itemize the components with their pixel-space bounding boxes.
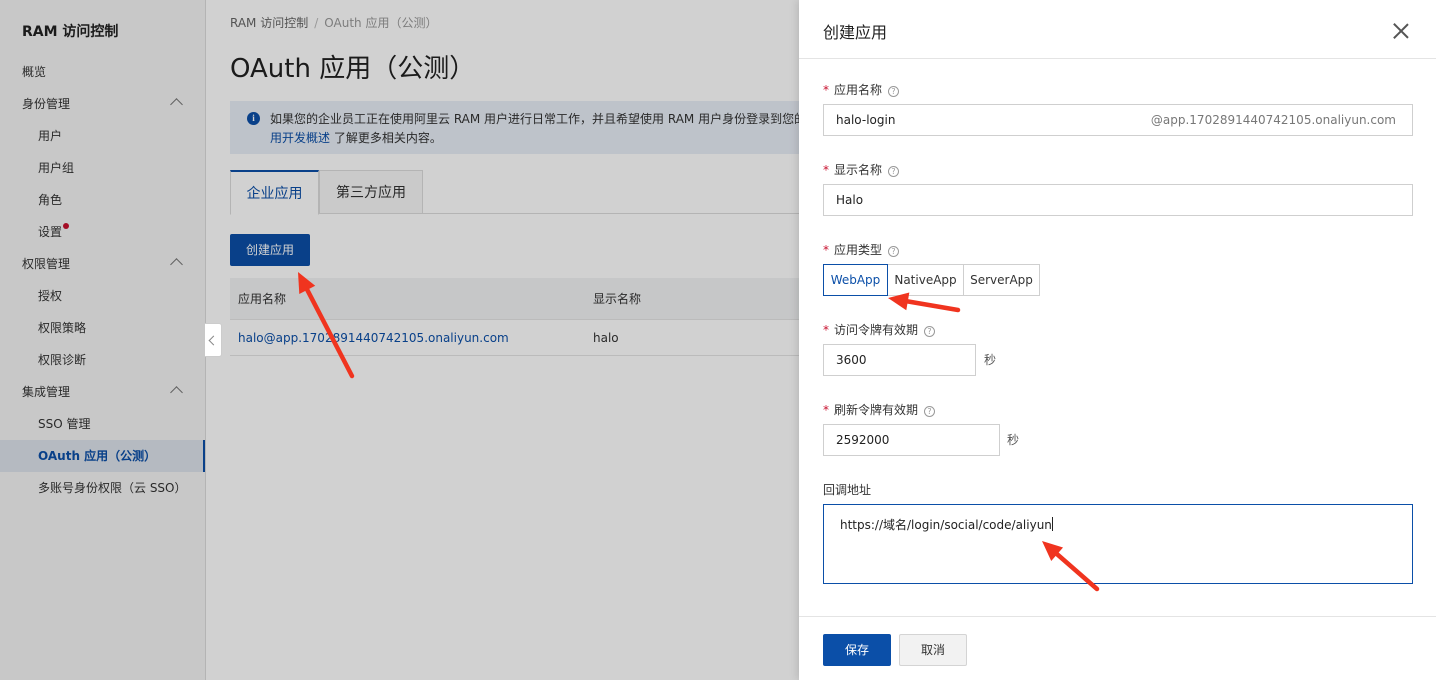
save-button[interactable]: 保存 bbox=[823, 634, 891, 666]
field-label-refresh-token: * 刷新令牌有效期? bbox=[823, 401, 936, 418]
help-icon[interactable]: ? bbox=[888, 86, 900, 97]
field-label-access-token: * 访问令牌有效期? bbox=[823, 321, 936, 338]
required-mark: * bbox=[823, 83, 829, 97]
drawer-footer: 保存 取消 bbox=[799, 616, 1436, 680]
create-app-drawer: 创建应用 * 应用名称? halo-login @app.170289144074… bbox=[799, 0, 1436, 680]
textarea-value: https://域名/login/social/code/aliyun bbox=[840, 518, 1052, 532]
input-value: 3600 bbox=[836, 353, 867, 367]
display-name-input[interactable]: Halo bbox=[823, 184, 1413, 216]
field-label-callback-url: 回调地址 bbox=[823, 483, 872, 497]
access-token-unit: 秒 bbox=[984, 353, 997, 367]
app-type-nativeapp[interactable]: NativeApp bbox=[887, 264, 964, 296]
field-label-app-name: * 应用名称? bbox=[823, 81, 900, 98]
close-icon[interactable] bbox=[1393, 23, 1409, 39]
overlay-mask[interactable] bbox=[0, 0, 799, 680]
app-name-suffix: @app.1702891440742105.onaliyun.com bbox=[1150, 113, 1396, 127]
access-token-input[interactable]: 3600 bbox=[823, 344, 976, 376]
field-label-display-name: * 显示名称? bbox=[823, 161, 900, 178]
refresh-token-unit: 秒 bbox=[1007, 433, 1020, 447]
drawer-title: 创建应用 bbox=[823, 23, 888, 42]
label-text: 应用类型 bbox=[834, 243, 883, 257]
required-mark: * bbox=[823, 323, 829, 337]
label-text: 刷新令牌有效期 bbox=[834, 403, 919, 417]
label-text: 访问令牌有效期 bbox=[834, 323, 919, 337]
field-label-app-type: * 应用类型? bbox=[823, 241, 900, 258]
collapse-sidebar-handle[interactable] bbox=[205, 323, 222, 357]
cancel-button[interactable]: 取消 bbox=[899, 634, 967, 666]
required-mark: * bbox=[823, 243, 829, 257]
help-icon[interactable]: ? bbox=[924, 406, 936, 417]
text-caret bbox=[1051, 517, 1053, 531]
required-mark: * bbox=[823, 403, 829, 417]
refresh-token-input[interactable]: 2592000 bbox=[823, 424, 1000, 456]
label-text: 显示名称 bbox=[834, 163, 883, 177]
label-text: 应用名称 bbox=[834, 83, 883, 97]
help-icon[interactable]: ? bbox=[888, 246, 900, 257]
input-value: halo-login bbox=[836, 113, 896, 127]
callback-url-textarea[interactable]: https://域名/login/social/code/aliyun bbox=[823, 504, 1413, 584]
drawer-header: 创建应用 bbox=[799, 0, 1436, 59]
app-type-serverapp[interactable]: ServerApp bbox=[963, 264, 1040, 296]
help-icon[interactable]: ? bbox=[924, 326, 936, 337]
input-value: 2592000 bbox=[836, 433, 890, 447]
help-icon[interactable]: ? bbox=[888, 166, 900, 177]
input-value: Halo bbox=[836, 193, 864, 207]
required-mark: * bbox=[823, 163, 829, 177]
app-type-webapp[interactable]: WebApp bbox=[823, 264, 888, 296]
app-name-input[interactable]: halo-login @app.1702891440742105.onaliyu… bbox=[823, 104, 1413, 136]
